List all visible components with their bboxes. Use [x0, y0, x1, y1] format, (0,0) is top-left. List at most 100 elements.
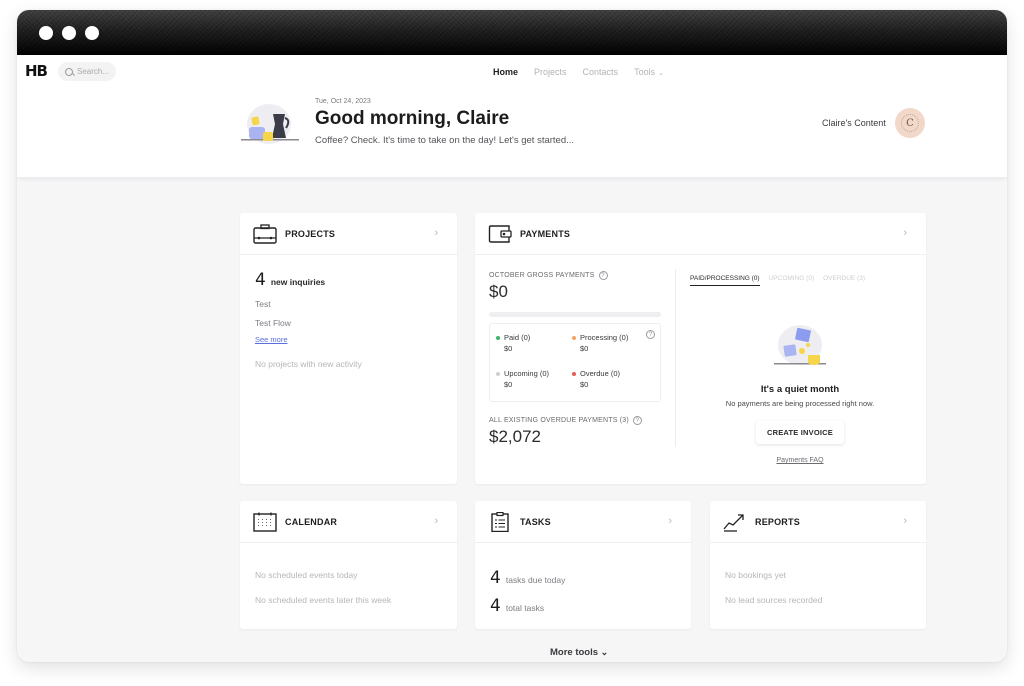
chevron-down-icon: ⌄ — [658, 69, 664, 77]
status-dot-processing — [572, 336, 576, 341]
tasks-title: TASKS — [520, 516, 551, 527]
company-name[interactable]: Claire's Content — [822, 118, 886, 128]
window-titlebar — [17, 10, 1007, 55]
status-overdue: Overdue (0) $0 — [572, 368, 648, 390]
avatar-initial: C — [906, 117, 914, 129]
tasks-total[interactable]: 4 total tasks — [490, 596, 676, 616]
clipboard-checklist-icon — [491, 511, 509, 532]
nav-projects[interactable]: Projects — [534, 67, 567, 77]
gross-payments-progress-bar — [489, 312, 661, 317]
tasks-card-header[interactable]: TASKS › — [475, 501, 691, 543]
calendar-empty-week: No scheduled events later this week — [255, 595, 392, 605]
current-date: Tue, Oct 24, 2023 — [315, 98, 371, 105]
gross-payments-label-text: OCTOBER GROSS PAYMENTS — [489, 272, 595, 279]
empty-state-title: It's a quiet month — [760, 384, 840, 395]
status-overdue-label: Overdue (0) — [580, 369, 621, 378]
top-navigation: HB Search... Home Projects Contacts Tool… — [17, 55, 1007, 88]
reports-card-header[interactable]: REPORTS › — [710, 501, 926, 543]
projects-card-header[interactable]: PROJECTS › — [240, 213, 457, 255]
create-invoice-button[interactable]: CREATE INVOICE — [755, 421, 844, 444]
nav-home[interactable]: Home — [493, 67, 518, 77]
payments-faq-link[interactable]: Payments FAQ — [690, 457, 910, 464]
status-processing-label: Processing (0) — [580, 333, 629, 342]
company-avatar[interactable]: C — [895, 108, 925, 138]
reports-title: REPORTS — [755, 516, 800, 527]
tasks-due-today[interactable]: 4 tasks due today — [490, 568, 676, 588]
status-overdue-amount: $0 — [580, 380, 589, 389]
status-processing-amount: $0 — [580, 344, 589, 353]
payment-status-summary: ? Paid (0) $0 Processing (0) $0 Upcoming… — [489, 323, 661, 402]
more-tools-button[interactable]: More tools ⌄ — [550, 647, 608, 658]
greeting-title: Good morning, Claire — [315, 108, 510, 129]
more-tools-label: More tools — [550, 647, 599, 658]
chevron-down-icon: ⌄ — [600, 647, 609, 657]
new-inquiries-count: 4 — [255, 270, 266, 290]
window-close-button[interactable] — [39, 26, 53, 40]
status-paid: Paid (0) $0 — [496, 332, 572, 354]
new-inquiries[interactable]: 4 new inquiries — [255, 270, 442, 290]
reports-empty-lead-sources: No lead sources recorded — [725, 595, 823, 605]
reports-card: REPORTS › No bookings yet No lead source… — [710, 501, 926, 629]
projects-card: PROJECTS › 4 new inquiries Test Test Flo… — [240, 213, 457, 484]
payments-title: PAYMENTS — [520, 228, 571, 239]
quiet-month-illustration — [774, 325, 826, 365]
help-icon[interactable]: ? — [632, 416, 642, 425]
payments-tabs: PAID/PROCESSING (0) UPCOMING (0) OVERDUE… — [690, 275, 865, 286]
window-minimize-button[interactable] — [62, 26, 76, 40]
see-more-link[interactable]: See more — [255, 335, 442, 344]
overdue-payments-label: ALL EXISTING OVERDUE PAYMENTS (3) ? — [489, 416, 661, 425]
projects-activity-empty: No projects with new activity — [255, 359, 362, 369]
status-upcoming-label: Upcoming (0) — [504, 369, 550, 378]
payments-card: PAYMENTS › OCTOBER GROSS PAYMENTS ? $0 ?… — [475, 213, 926, 484]
reports-empty-bookings: No bookings yet — [725, 570, 786, 580]
search-placeholder: Search... — [77, 67, 110, 76]
overdue-payments-amount: $2,072 — [489, 427, 541, 446]
project-item[interactable]: Test — [255, 299, 442, 309]
status-upcoming: Upcoming (0) $0 — [496, 368, 572, 390]
projects-title: PROJECTS — [285, 228, 336, 239]
honeybook-logo[interactable]: HB — [25, 62, 48, 80]
calendar-card-header[interactable]: CALENDAR › — [240, 501, 457, 543]
help-icon[interactable]: ? — [646, 330, 655, 339]
nav-tools-label: Tools — [634, 66, 656, 77]
nav-contacts[interactable]: Contacts — [583, 67, 619, 77]
payments-divider — [675, 269, 676, 447]
chevron-right-icon[interactable]: › — [434, 227, 438, 239]
greeting-banner: Tue, Oct 24, 2023 Good morning, Claire C… — [17, 88, 1007, 178]
tab-paid-processing[interactable]: PAID/PROCESSING (0) — [690, 275, 760, 286]
status-dot-upcoming — [496, 372, 500, 377]
browser-window: HB Search... Home Projects Contacts Tool… — [17, 10, 1007, 662]
gross-payments-label: OCTOBER GROSS PAYMENTS ? — [489, 271, 661, 280]
calendar-icon — [253, 512, 277, 532]
chevron-right-icon[interactable]: › — [668, 515, 672, 527]
calendar-title: CALENDAR — [285, 516, 338, 527]
nav-tools[interactable]: Tools ⌄ — [634, 67, 664, 77]
status-dot-overdue — [572, 372, 576, 377]
status-paid-label: Paid (0) — [504, 333, 531, 342]
chevron-right-icon[interactable]: › — [903, 515, 907, 527]
tasks-due-today-label: tasks due today — [505, 575, 566, 585]
project-item[interactable]: Test Flow — [255, 318, 442, 328]
tasks-total-count: 4 — [490, 596, 501, 616]
chevron-right-icon[interactable]: › — [903, 227, 907, 239]
tab-upcoming[interactable]: UPCOMING (0) — [769, 275, 815, 286]
main-nav: Home Projects Contacts Tools ⌄ — [493, 55, 664, 88]
gross-payments-amount: $0 — [489, 282, 508, 301]
tasks-due-today-count: 4 — [490, 568, 501, 588]
new-inquiries-label: new inquiries — [270, 277, 326, 287]
status-upcoming-amount: $0 — [504, 380, 513, 389]
trend-up-icon — [723, 513, 744, 532]
status-processing: Processing (0) $0 — [572, 332, 648, 354]
search-icon — [65, 67, 73, 76]
wallet-icon — [488, 224, 512, 243]
empty-state-subtitle: No payments are being processed right no… — [725, 399, 875, 408]
search-input[interactable]: Search... — [58, 62, 116, 81]
status-dot-paid — [496, 336, 500, 341]
chevron-right-icon[interactable]: › — [434, 515, 438, 527]
calendar-card: CALENDAR › No scheduled events today No … — [240, 501, 457, 629]
help-icon[interactable]: ? — [598, 271, 608, 280]
payments-card-header[interactable]: PAYMENTS › — [475, 213, 926, 255]
tab-overdue[interactable]: OVERDUE (3) — [823, 275, 865, 286]
coffee-illustration — [241, 104, 299, 144]
window-maximize-button[interactable] — [85, 26, 99, 40]
